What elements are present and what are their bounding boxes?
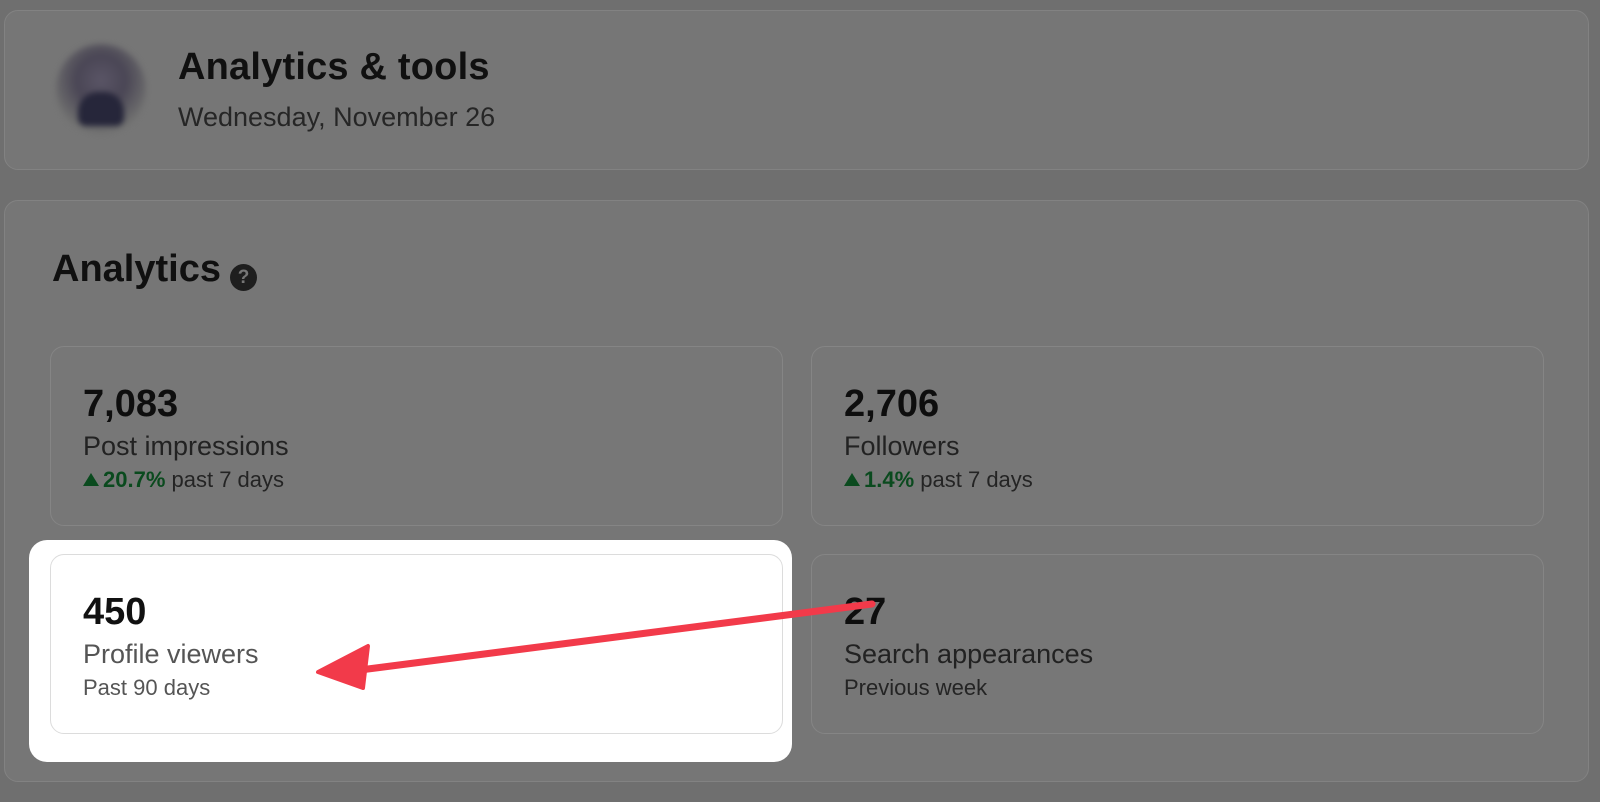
metric-trend: 20.7% past 7 days	[83, 467, 284, 493]
metric-value: 27	[844, 591, 887, 633]
metric-post-impressions[interactable]: 7,083 Post impressions 20.7% past 7 days	[50, 346, 783, 526]
metric-search-appearances[interactable]: 27 Search appearances Previous week	[811, 554, 1544, 734]
trend-percent: 20.7%	[103, 467, 166, 492]
avatar[interactable]	[56, 44, 146, 134]
metric-period: Previous week	[844, 675, 988, 700]
page: Analytics & tools Wednesday, November 26…	[0, 0, 1600, 802]
trend-up-icon	[844, 473, 860, 486]
metric-profile-viewers[interactable]: 450 Profile viewers Past 90 days	[50, 554, 783, 734]
metric-label: Post impressions	[83, 431, 289, 461]
metric-trend: 1.4% past 7 days	[844, 467, 1033, 493]
header-date: Wednesday, November 26	[178, 102, 496, 132]
metric-label: Profile viewers	[83, 639, 259, 669]
metric-period: Past 90 days	[83, 675, 211, 700]
trend-up-icon	[83, 473, 99, 486]
help-icon[interactable]: ?	[230, 264, 257, 291]
trend-percent: 1.4%	[864, 467, 915, 492]
metric-value: 450	[83, 591, 147, 633]
trend-period: past 7 days	[171, 467, 285, 492]
metric-followers[interactable]: 2,706 Followers 1.4% past 7 days	[811, 346, 1544, 526]
metric-label: Followers	[844, 431, 960, 461]
metric-label: Search appearances	[844, 639, 1094, 669]
metric-value: 2,706	[844, 383, 940, 425]
analytics-heading: Analytics	[52, 248, 221, 290]
metric-value: 7,083	[83, 383, 179, 425]
page-title: Analytics & tools	[178, 46, 490, 88]
profile-header-card	[4, 10, 1589, 170]
trend-period: past 7 days	[920, 467, 1033, 492]
